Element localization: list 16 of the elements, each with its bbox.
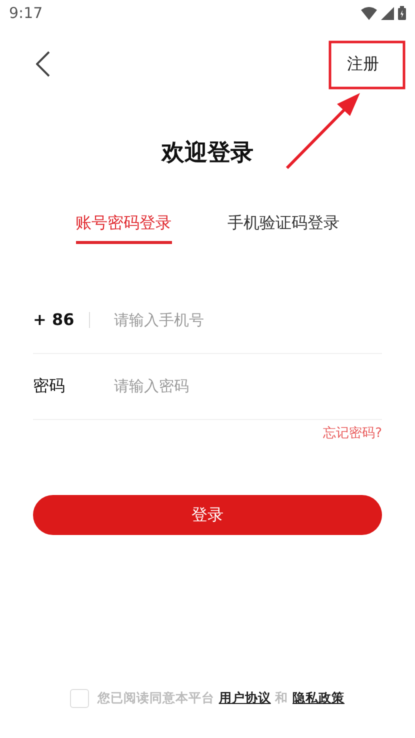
password-label: 密码 xyxy=(33,375,66,397)
privacy-policy-link[interactable]: 隐私政策 xyxy=(292,690,345,706)
agreement-text: 您已阅读同意本平台 用户协议 和 隐私政策 xyxy=(97,689,345,708)
user-agreement-link[interactable]: 用户协议 xyxy=(218,690,271,706)
agreement-checkbox[interactable] xyxy=(70,689,90,708)
page-title: 欢迎登录 xyxy=(160,139,254,168)
password-field[interactable]: 请输入密码 xyxy=(114,374,382,398)
phone-field[interactable]: 请输入手机号 xyxy=(114,308,382,332)
signal-icon xyxy=(381,6,394,20)
login-button[interactable]: 登录 xyxy=(33,495,382,535)
login-tab[interactable]: 账号密码登录 xyxy=(76,210,172,244)
battery-icon xyxy=(398,6,406,20)
wifi-icon xyxy=(361,6,377,20)
status-time: 9:17 xyxy=(9,2,43,24)
login-tab[interactable]: 手机验证码登录 xyxy=(228,210,340,244)
country-code[interactable]: + 86 xyxy=(33,308,89,332)
